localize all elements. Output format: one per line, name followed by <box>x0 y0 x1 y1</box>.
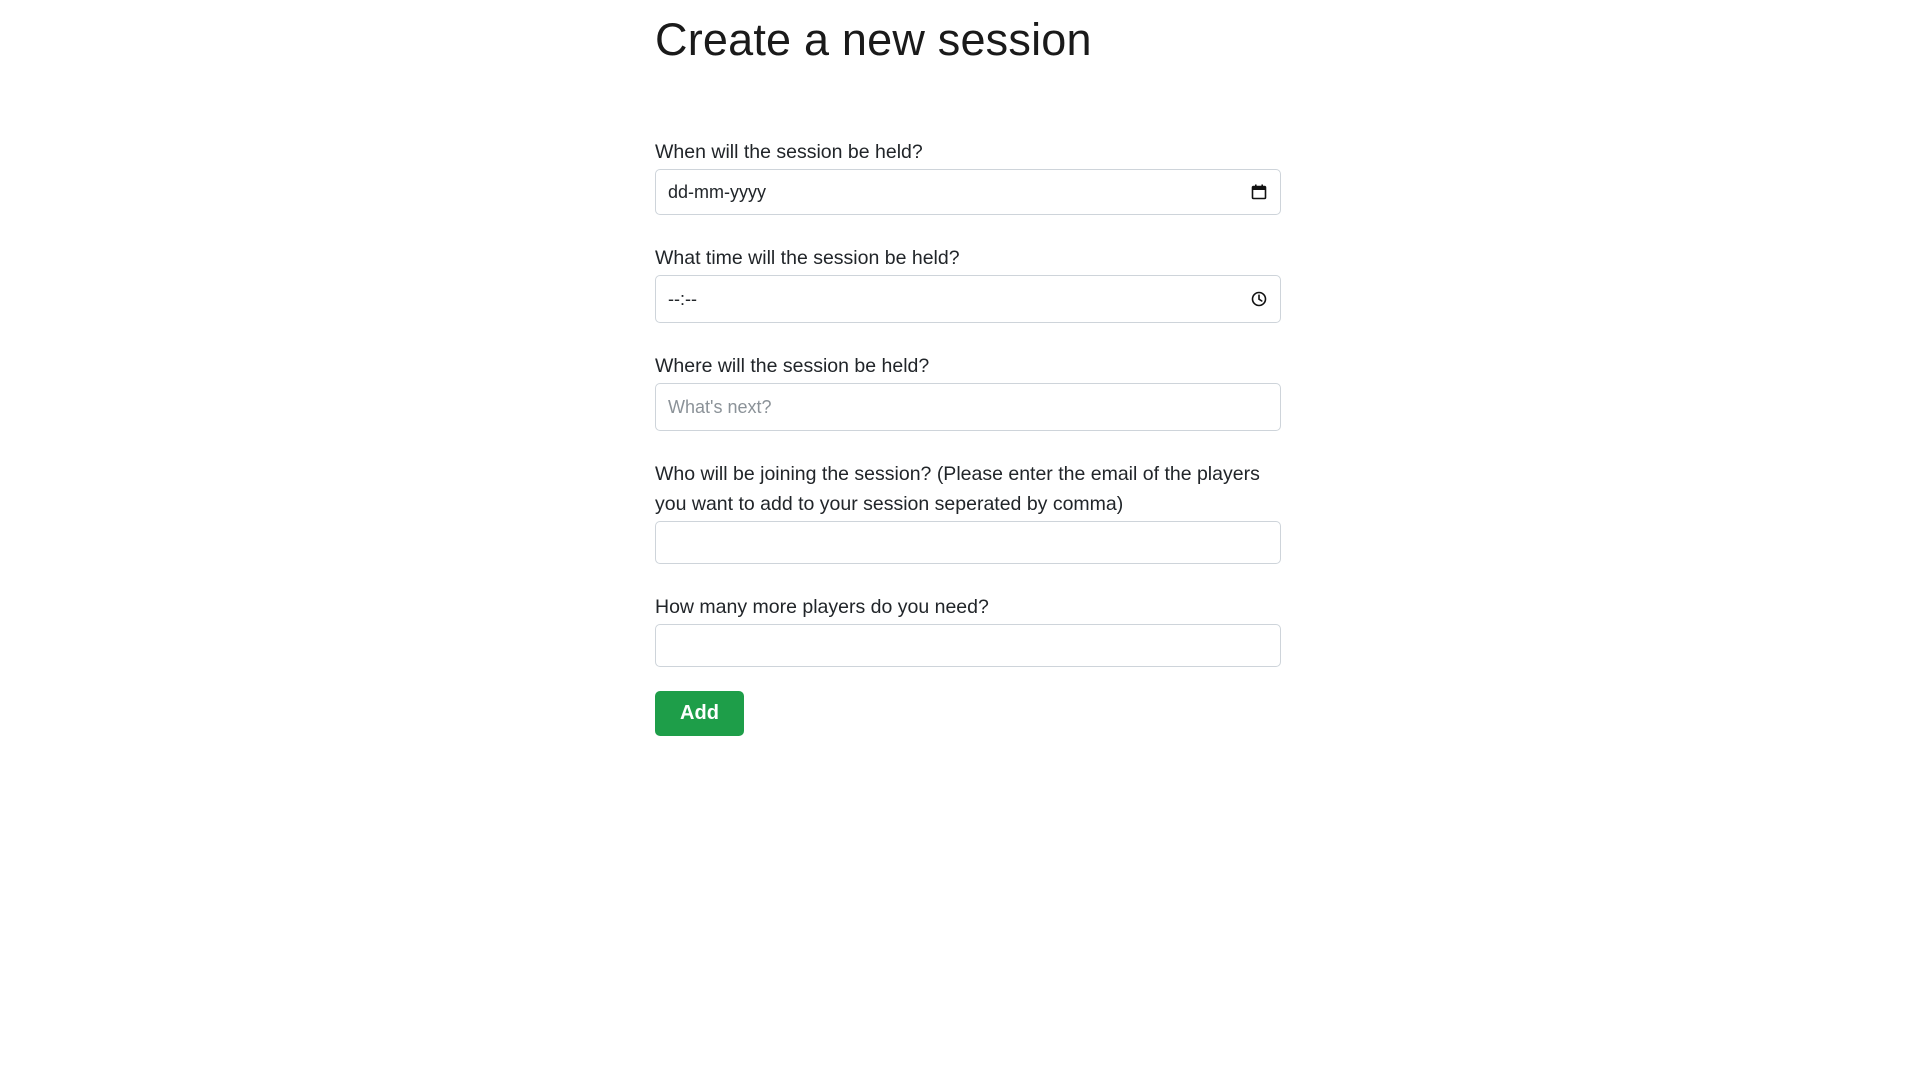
more-players-label: How many more players do you need? <box>655 596 989 618</box>
date-label: When will the session be held? <box>655 141 923 163</box>
page-title: Create a new session <box>655 14 1092 65</box>
players-label: Who will be joining the session? (Please… <box>655 463 1260 515</box>
location-input-placeholder: What's next? <box>668 396 772 417</box>
players-email-input[interactable] <box>655 521 1281 564</box>
create-session-form: When will the session be held? dd-mm-yyy… <box>655 137 1281 736</box>
time-input-value: --:-- <box>668 288 697 309</box>
time-input[interactable]: --:-- <box>655 275 1281 323</box>
session-form-container: Create a new session When will the sessi… <box>655 0 1281 736</box>
add-button[interactable]: Add <box>655 691 744 736</box>
players-group: Who will be joining the session? (Please… <box>655 459 1281 564</box>
clock-icon[interactable] <box>1250 290 1268 308</box>
calendar-icon[interactable] <box>1250 183 1268 201</box>
location-input[interactable]: What's next? <box>655 383 1281 431</box>
location-label: Where will the session be held? <box>655 355 930 377</box>
time-label: What time will the session be held? <box>655 247 960 269</box>
location-group: Where will the session be held? What's n… <box>655 351 1281 431</box>
date-group: When will the session be held? dd-mm-yyy… <box>655 137 1281 215</box>
time-group: What time will the session be held? --:-… <box>655 243 1281 323</box>
more-players-group: How many more players do you need? <box>655 592 1281 667</box>
date-input[interactable]: dd-mm-yyyy <box>655 169 1281 215</box>
date-input-value: dd-mm-yyyy <box>668 181 766 202</box>
more-players-input[interactable] <box>655 624 1281 667</box>
